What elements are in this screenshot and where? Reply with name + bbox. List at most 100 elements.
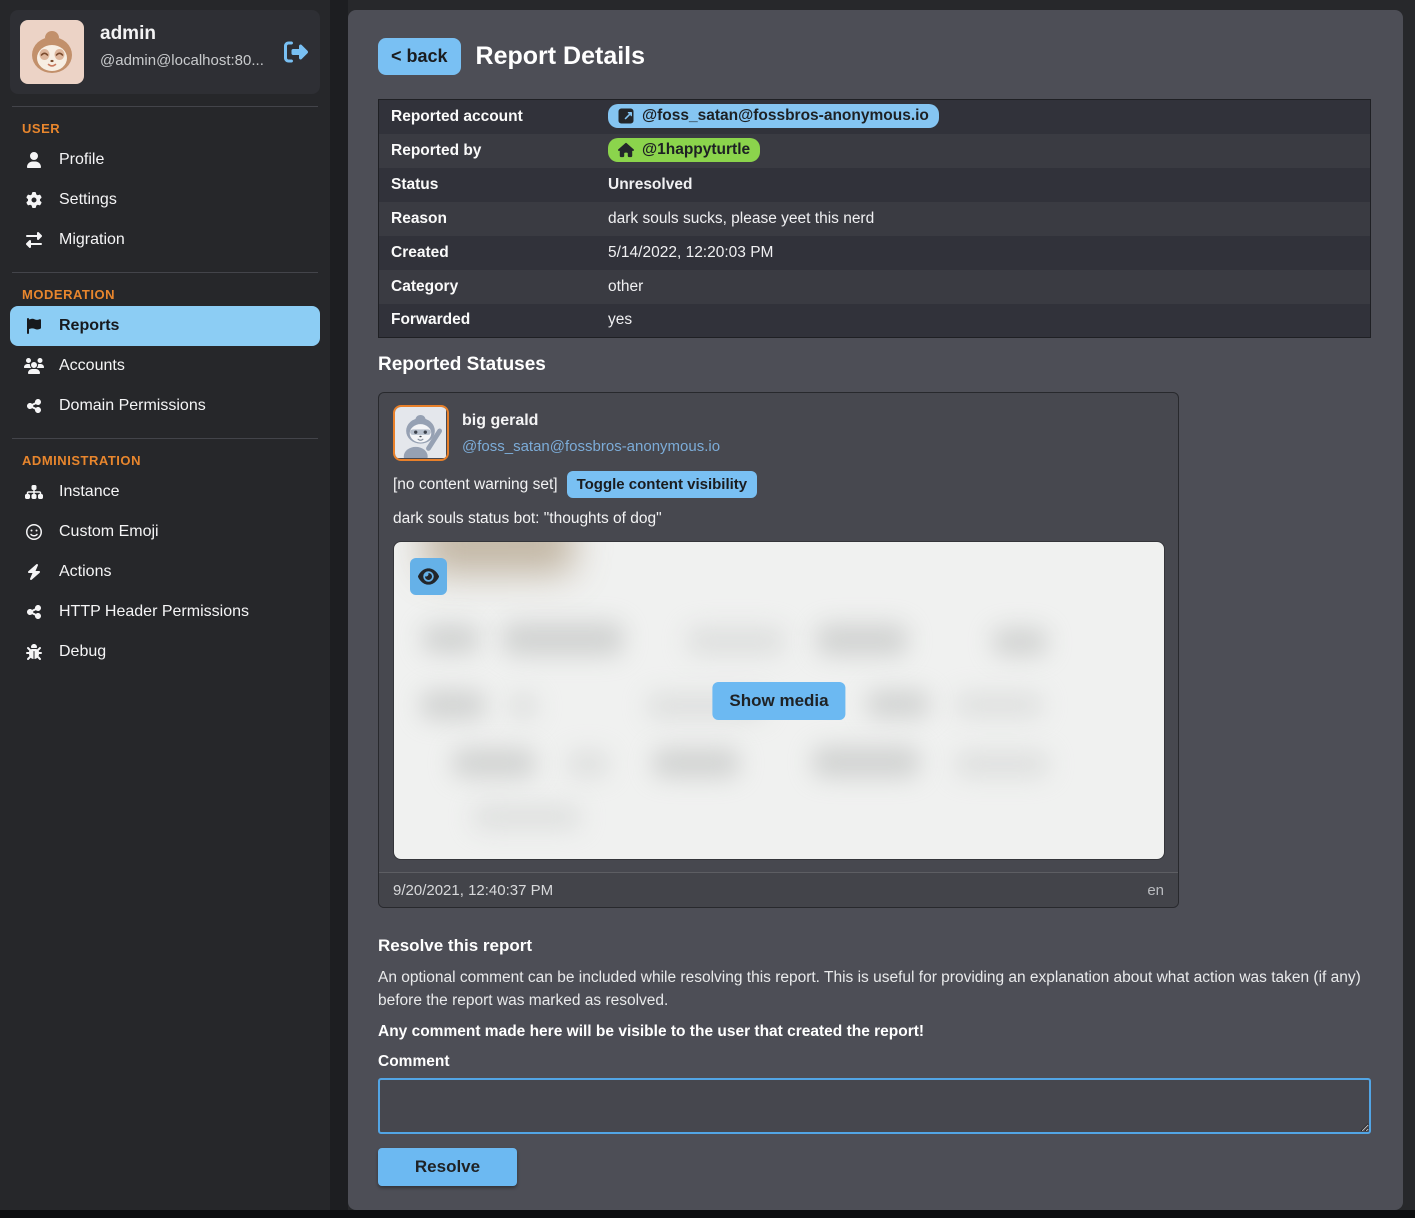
smile-icon	[24, 524, 44, 541]
blur-blob	[954, 750, 1050, 778]
bolt-icon	[24, 564, 44, 581]
sidebar-item-debug[interactable]: Debug	[10, 632, 320, 672]
blur-blob	[502, 622, 624, 656]
status-header: big gerald @foss_satan@fossbros-anonymou…	[393, 405, 1164, 461]
eye-icon[interactable]	[410, 558, 447, 595]
sidebar-item-reports[interactable]: Reports	[10, 306, 320, 346]
reported-status-card: big gerald @foss_satan@fossbros-anonymou…	[378, 392, 1179, 908]
status-body: big gerald @foss_satan@fossbros-anonymou…	[379, 393, 1178, 872]
status-avatar	[393, 405, 449, 461]
page-title: Report Details	[476, 42, 645, 71]
sidebar-item-label: Migration	[59, 231, 125, 249]
share-nodes-icon	[24, 398, 44, 415]
cogs-icon	[24, 192, 44, 209]
user-card: admin @admin@localhost:80...	[10, 10, 320, 94]
sidebar-item-label: Profile	[59, 151, 104, 169]
sidebar-item-profile[interactable]: Profile	[10, 140, 320, 180]
category-value: other	[596, 270, 1371, 304]
row-label: Category	[379, 270, 597, 304]
status-media-blurred[interactable]: Show media	[393, 541, 1165, 860]
report-details-table: Reported account @foss_satan@fossbros-an…	[378, 99, 1371, 338]
table-row: Created 5/14/2022, 12:20:03 PM	[379, 236, 1371, 270]
section-label-user: USER	[22, 121, 320, 136]
show-media-button[interactable]: Show media	[712, 682, 845, 720]
sidebar-item-label: Domain Permissions	[59, 397, 206, 415]
resolve-warning: Any comment made here will be visible to…	[378, 1023, 1373, 1041]
blur-blob	[812, 746, 920, 778]
toggle-content-visibility-button[interactable]: Toggle content visibility	[567, 471, 758, 498]
sidebar-item-custom-emoji[interactable]: Custom Emoji	[10, 512, 320, 552]
house-icon	[618, 142, 634, 158]
reason-value: dark souls sucks, please yeet this nerd	[596, 202, 1371, 236]
sidebar-item-instance[interactable]: Instance	[10, 472, 320, 512]
sidebar-item-settings[interactable]: Settings	[10, 180, 320, 220]
blur-blob	[472, 804, 582, 830]
comment-textarea[interactable]	[378, 1078, 1371, 1134]
sidebar-item-label: Custom Emoji	[59, 523, 159, 541]
reporter-account-link[interactable]: @1happyturtle	[608, 138, 760, 162]
forwarded-value: yes	[596, 304, 1371, 338]
row-label: Reported account	[379, 100, 597, 134]
table-row: Status Unresolved	[379, 168, 1371, 202]
blur-blob	[652, 748, 740, 778]
external-link-icon	[618, 108, 634, 124]
right-left-icon	[24, 232, 44, 249]
blur-blob	[422, 624, 480, 654]
sidebar-item-accounts[interactable]: Accounts	[10, 346, 320, 386]
sidebar-item-label: Settings	[59, 191, 117, 209]
status-footer: 9/20/2021, 12:40:37 PM en	[379, 872, 1178, 907]
sidebar-item-http-header-permissions[interactable]: HTTP Header Permissions	[10, 592, 320, 632]
share-nodes-icon	[24, 604, 44, 621]
blur-blob	[816, 624, 908, 656]
user-name: admin	[100, 23, 264, 45]
sidebar-item-domain-permissions[interactable]: Domain Permissions	[10, 386, 320, 426]
table-row: Reported by @1happyturtle	[379, 134, 1371, 168]
table-row: Reported account @foss_satan@fossbros-an…	[379, 100, 1371, 134]
bug-icon	[24, 644, 44, 661]
reporter-account-handle: @1happyturtle	[642, 141, 750, 159]
logout-icon[interactable]	[284, 40, 308, 64]
row-label: Forwarded	[379, 304, 597, 338]
sidebar-divider	[12, 438, 318, 439]
reported-account-handle: @foss_satan@fossbros-anonymous.io	[642, 107, 929, 125]
sidebar-item-label: Debug	[59, 643, 106, 661]
row-label: Reason	[379, 202, 597, 236]
resolve-heading: Resolve this report	[378, 936, 1373, 956]
users-icon	[24, 358, 44, 375]
resolve-button[interactable]: Resolve	[378, 1148, 517, 1186]
row-label: Status	[379, 168, 597, 202]
row-label: Reported by	[379, 134, 597, 168]
blur-blob	[686, 626, 786, 656]
blur-blob	[866, 690, 930, 718]
sidebar-item-label: Accounts	[59, 357, 125, 375]
column-gutter	[330, 0, 348, 1210]
table-row: Reason dark souls sucks, please yeet thi…	[379, 202, 1371, 236]
reported-account-link[interactable]: @foss_satan@fossbros-anonymous.io	[608, 104, 939, 128]
status-value: Unresolved	[596, 168, 1371, 202]
blur-blob	[954, 692, 1044, 718]
created-value: 5/14/2022, 12:20:03 PM	[596, 236, 1371, 270]
bottom-strip	[0, 1210, 1415, 1218]
sidebar-divider	[12, 272, 318, 273]
sidebar-item-label: HTTP Header Permissions	[59, 603, 249, 621]
user-handle: @admin@localhost:80...	[100, 52, 264, 69]
status-author: big gerald @foss_satan@fossbros-anonymou…	[462, 405, 720, 461]
content-warning-line: [no content warning set] Toggle content …	[393, 471, 1164, 498]
back-button[interactable]: < back	[378, 38, 461, 75]
blur-blob	[508, 692, 538, 720]
sidebar-item-migration[interactable]: Migration	[10, 220, 320, 260]
status-handle: @foss_satan@fossbros-anonymous.io	[462, 438, 720, 455]
sidebar-item-label: Instance	[59, 483, 119, 501]
resolve-description: An optional comment can be included whil…	[378, 966, 1371, 1013]
avatar	[20, 20, 84, 84]
flag-icon	[24, 318, 44, 335]
sidebar: admin @admin@localhost:80... USER Profil…	[0, 0, 330, 1210]
section-label-administration: ADMINISTRATION	[22, 453, 320, 468]
panel-header: < back Report Details	[378, 38, 1373, 75]
status-language: en	[1147, 882, 1164, 899]
sidebar-item-actions[interactable]: Actions	[10, 552, 320, 592]
reported-statuses-heading: Reported Statuses	[378, 354, 1373, 376]
content-warning-text: [no content warning set]	[393, 476, 558, 494]
report-details-panel: < back Report Details Reported account @…	[348, 10, 1403, 1210]
blur-blob	[566, 750, 610, 778]
